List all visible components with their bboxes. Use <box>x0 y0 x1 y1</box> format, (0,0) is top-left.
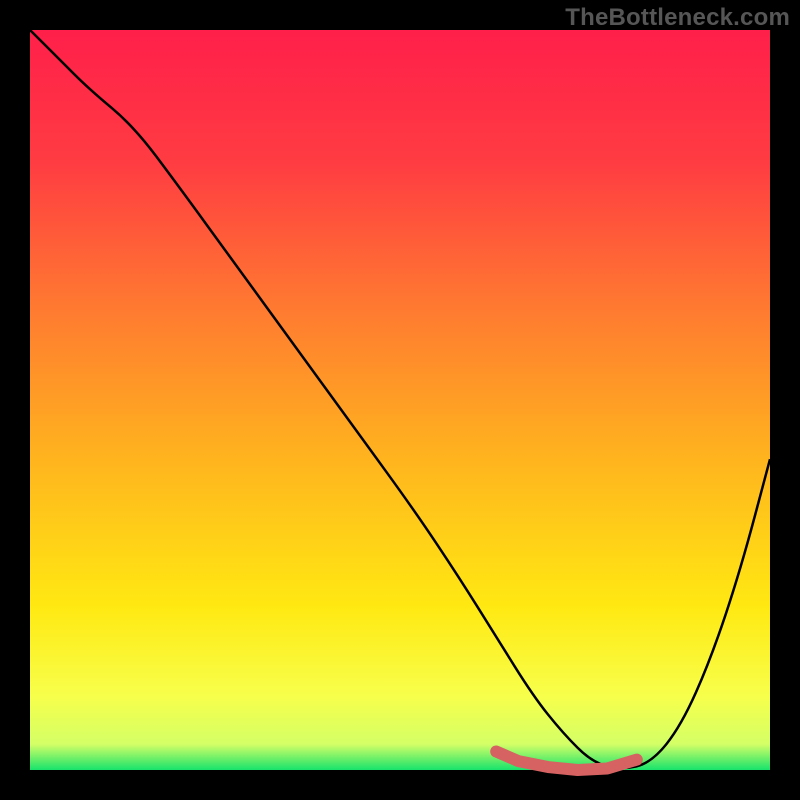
plot-background <box>30 30 770 770</box>
chart-frame: TheBottleneck.com <box>0 0 800 800</box>
watermark-text: TheBottleneck.com <box>565 4 790 32</box>
bottleneck-chart <box>0 0 800 800</box>
